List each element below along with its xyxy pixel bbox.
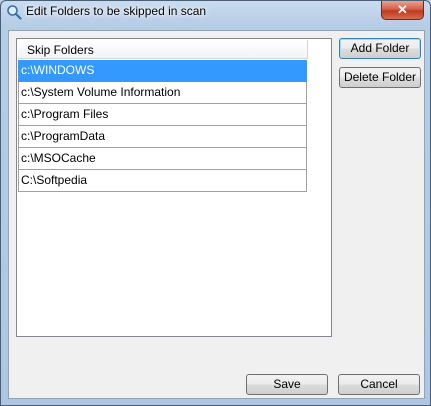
list-rows: c:\WINDOWS c:\System Volume Information … — [18, 60, 307, 192]
list-item[interactable]: C:\Softpedia — [18, 170, 307, 192]
skip-folders-list[interactable]: Skip Folders c:\WINDOWS c:\System Volume… — [16, 38, 332, 337]
window-title: Edit Folders to be skipped in scan — [26, 4, 207, 18]
column-header-skip-folders[interactable]: Skip Folders — [18, 40, 308, 59]
list-item[interactable]: c:\Program Files — [18, 104, 307, 126]
list-item[interactable]: c:\WINDOWS — [18, 60, 307, 82]
list-item[interactable]: c:\ProgramData — [18, 126, 307, 148]
add-folder-button[interactable]: Add Folder — [339, 38, 421, 59]
search-icon — [7, 5, 22, 20]
column-header-label: Skip Folders — [27, 43, 94, 57]
dialog-window: Edit Folders to be skipped in scan ✕ Ski… — [0, 0, 431, 406]
dialog-client-area: Skip Folders c:\WINDOWS c:\System Volume… — [8, 30, 425, 399]
list-item[interactable]: c:\MSOCache — [18, 148, 307, 170]
delete-folder-button[interactable]: Delete Folder — [339, 67, 421, 88]
list-item[interactable]: c:\System Volume Information — [18, 82, 307, 104]
cancel-button[interactable]: Cancel — [338, 374, 420, 395]
title-bar[interactable]: Edit Folders to be skipped in scan ✕ — [1, 1, 430, 23]
close-button[interactable]: ✕ — [381, 1, 424, 20]
save-button[interactable]: Save — [246, 374, 328, 395]
